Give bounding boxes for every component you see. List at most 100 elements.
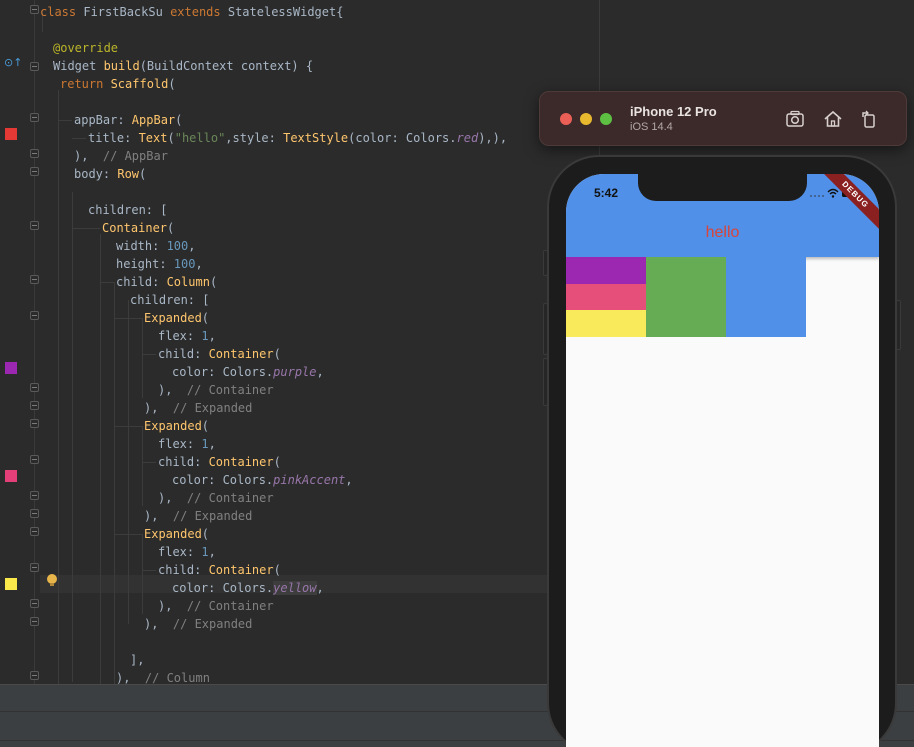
yellow-container — [566, 310, 646, 337]
code-line[interactable]: ), // Expanded — [144, 507, 252, 525]
code-token: ( — [167, 221, 175, 235]
code-line[interactable]: color: Colors.pinkAccent, — [172, 471, 353, 489]
minimize-window-button[interactable] — [580, 113, 592, 125]
fold-toggle-icon[interactable] — [30, 563, 39, 572]
code-line[interactable]: appBar: AppBar( — [74, 111, 182, 129]
code-line[interactable]: Expanded( — [144, 417, 209, 435]
fold-toggle-icon[interactable] — [30, 491, 39, 500]
code-line[interactable]: color: Colors.purple, — [172, 363, 324, 381]
fold-toggle-icon[interactable] — [30, 671, 39, 680]
fold-toggle-icon[interactable] — [30, 617, 39, 626]
fold-toggle-icon[interactable] — [30, 509, 39, 518]
code-token: 1 — [201, 329, 209, 343]
green-container — [646, 257, 726, 337]
rotate-icon[interactable] — [858, 108, 880, 130]
fold-toggle-icon[interactable] — [30, 62, 39, 71]
home-icon[interactable] — [822, 108, 844, 130]
code-token: Scaffold — [110, 77, 169, 91]
code-token: ( — [273, 563, 281, 577]
code-token: children: [ — [88, 203, 168, 217]
fold-toggle-icon[interactable] — [30, 419, 39, 428]
code-line[interactable]: children: [ — [130, 291, 209, 309]
code-line[interactable]: flex: 1, — [158, 327, 216, 345]
code-line[interactable]: flex: 1, — [158, 435, 216, 453]
code-line[interactable]: color: Colors.yellow, — [172, 579, 324, 597]
appbar-title: hello — [705, 224, 740, 241]
code-line[interactable]: child: Container( — [158, 345, 281, 363]
code-token: ( — [273, 455, 281, 469]
color-swatch-icon[interactable] — [5, 578, 17, 590]
zoom-window-button[interactable] — [600, 113, 612, 125]
code-line[interactable]: child: Column( — [116, 273, 217, 291]
code-token: TextStyle — [283, 131, 349, 145]
code-line[interactable]: return Scaffold( — [60, 75, 176, 93]
code-line[interactable]: body: Row( — [74, 165, 146, 183]
code-line[interactable]: ), // Expanded — [144, 399, 252, 417]
fold-toggle-icon[interactable] — [30, 221, 39, 230]
code-token: pinkAccent — [273, 473, 346, 487]
color-swatch-icon[interactable] — [5, 362, 17, 374]
code-token: Expanded — [144, 311, 202, 325]
code-line[interactable]: title: Text("hello",style: TextStyle(col… — [88, 129, 507, 147]
code-token: 100 — [166, 239, 189, 253]
code-line[interactable]: ), // Container — [158, 489, 274, 507]
code-token: // Container — [186, 599, 274, 613]
code-line[interactable]: height: 100, — [116, 255, 203, 273]
fold-toggle-icon[interactable] — [30, 275, 39, 284]
fold-toggle-icon[interactable] — [30, 149, 39, 158]
code-token: ( — [167, 131, 175, 145]
code-line[interactable]: Container( — [102, 219, 174, 237]
code-token: yellow — [273, 581, 317, 595]
code-line[interactable]: children: [ — [88, 201, 167, 219]
code-line[interactable]: Expanded( — [144, 309, 209, 327]
indent-guide — [142, 462, 156, 463]
code-token: Container — [208, 563, 274, 577]
code-line[interactable]: child: Container( — [158, 561, 281, 579]
fold-toggle-icon[interactable] — [30, 5, 39, 14]
code-line[interactable]: Expanded( — [144, 525, 209, 543]
code-token: extends — [170, 5, 228, 19]
fold-toggle-icon[interactable] — [30, 167, 39, 176]
code-line[interactable]: ), // Expanded — [144, 615, 252, 633]
code-token: (color: Colors. — [348, 131, 457, 145]
code-line[interactable]: ), // Container — [158, 381, 274, 399]
override-marker-icon[interactable]: ⊙↑ — [4, 56, 22, 69]
code-token: Expanded — [144, 419, 202, 433]
signal-icon — [810, 195, 824, 197]
fold-toggle-icon[interactable] — [30, 311, 39, 320]
code-token: ), — [158, 383, 187, 397]
code-token: Container — [208, 347, 274, 361]
indent-guide — [114, 426, 142, 427]
color-swatch-icon[interactable] — [5, 128, 17, 140]
code-token: class — [40, 5, 84, 19]
code-line[interactable]: class FirstBackSu extends StatelessWidge… — [40, 3, 343, 21]
fold-toggle-icon[interactable] — [30, 383, 39, 392]
fold-toggle-icon[interactable] — [30, 113, 39, 122]
fold-toggle-icon[interactable] — [30, 527, 39, 536]
code-line[interactable]: ), // Container — [158, 597, 274, 615]
screenshot-icon[interactable] — [784, 108, 806, 130]
fold-toggle-icon[interactable] — [30, 455, 39, 464]
code-token: // AppBar — [102, 149, 168, 163]
lightbulb-icon[interactable] — [47, 574, 57, 586]
color-swatch-icon[interactable] — [5, 470, 17, 482]
code-line[interactable]: width: 100, — [116, 237, 196, 255]
code-line[interactable]: child: Container( — [158, 453, 281, 471]
code-token: ), — [74, 149, 103, 163]
code-token: color: Colors. — [172, 473, 274, 487]
fold-toggle-icon[interactable] — [30, 599, 39, 608]
code-line[interactable]: flex: 1, — [158, 543, 216, 561]
close-window-button[interactable] — [560, 113, 572, 125]
code-token: Row — [117, 167, 140, 181]
code-token: 1 — [201, 545, 209, 559]
phone-screen[interactable]: 5:42 hello DEBUG — [566, 174, 879, 747]
purple-container — [566, 257, 646, 284]
code-token: , — [208, 329, 216, 343]
fold-toggle-icon[interactable] — [30, 401, 39, 410]
code-line[interactable]: Widget build(BuildContext context) { — [53, 57, 313, 75]
indent-guide — [114, 282, 115, 684]
code-token: , — [316, 365, 324, 379]
code-line[interactable]: ], — [130, 651, 144, 669]
code-line[interactable]: @override — [53, 39, 118, 57]
code-line[interactable]: ), // AppBar — [74, 147, 168, 165]
